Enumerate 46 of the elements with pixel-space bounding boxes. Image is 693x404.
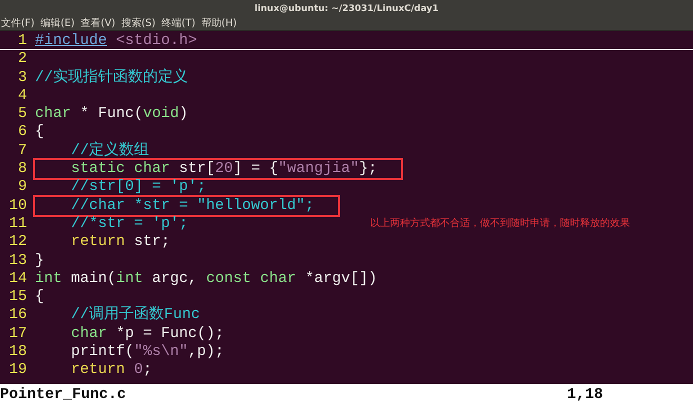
code-line: { [35,288,44,306]
line-number: 16 [8,306,27,325]
line-number: 8 [16,160,27,178]
code-line: return 0; [70,361,152,380]
code-line: //*str = 'p'; [70,214,188,234]
line-number: 15 [8,288,27,306]
code-line: printf("%s\n",p); [70,343,224,362]
line-number: 18 [8,343,27,362]
line-number: 5 [16,105,27,124]
line-number: 11 [8,214,27,234]
line-number: 9 [16,178,27,197]
menu-item[interactable]: 编辑(E) [40,17,75,30]
line-number: 4 [16,86,27,106]
menu-item[interactable]: 查看(V) [80,17,116,30]
code-line: char * Func(void) [35,105,188,124]
code-line: static char str[20] = {"wangjia"}; [35,160,402,178]
cursor-position: 1,18 [566,386,603,402]
code-line: //定义数组 [70,142,150,160]
menu-item[interactable]: 帮助(H) [201,17,237,30]
code-line: return str; [70,233,170,252]
menu-item[interactable]: 终端(T) [162,17,196,30]
line-number: 7 [16,142,27,160]
code-line: #include <stdio.h> [35,32,198,50]
window-title: linux@ubuntu: ~/23031/LinuxC/day1 [254,4,439,14]
line-number: 3 [16,68,27,87]
line-number: 13 [8,252,27,270]
menu-item[interactable]: 搜索(S) [121,17,156,30]
line-number: 12 [8,233,27,252]
file-name: Pointer_Func.c [0,386,126,402]
line-number: 14 [8,270,27,288]
line-number: 2 [16,50,27,69]
code-line: int main(int argc, const char *argv[]) [35,270,378,288]
code-line: //调用子函数Func [70,306,200,325]
code-line: //char *str = "helloworld"; [35,196,338,215]
code-line: char *p = Func(); [70,324,224,344]
annotation-note: 以上两种方式都不合适，做不到随时申请，随时释放的效果 [370,216,630,231]
line-number: 17 [8,324,27,344]
code-line: } [35,252,44,270]
menu-item[interactable]: 文件(F) [1,17,35,30]
code-line: //实现指针函数的定义 [35,68,188,87]
line-number: 10 [8,196,27,215]
line-number: 6 [16,123,27,142]
code-line: //str[0] = 'p'; [70,178,206,197]
line-number: 1 [16,32,27,50]
line-number: 19 [8,361,27,380]
code-line: { [35,123,44,142]
